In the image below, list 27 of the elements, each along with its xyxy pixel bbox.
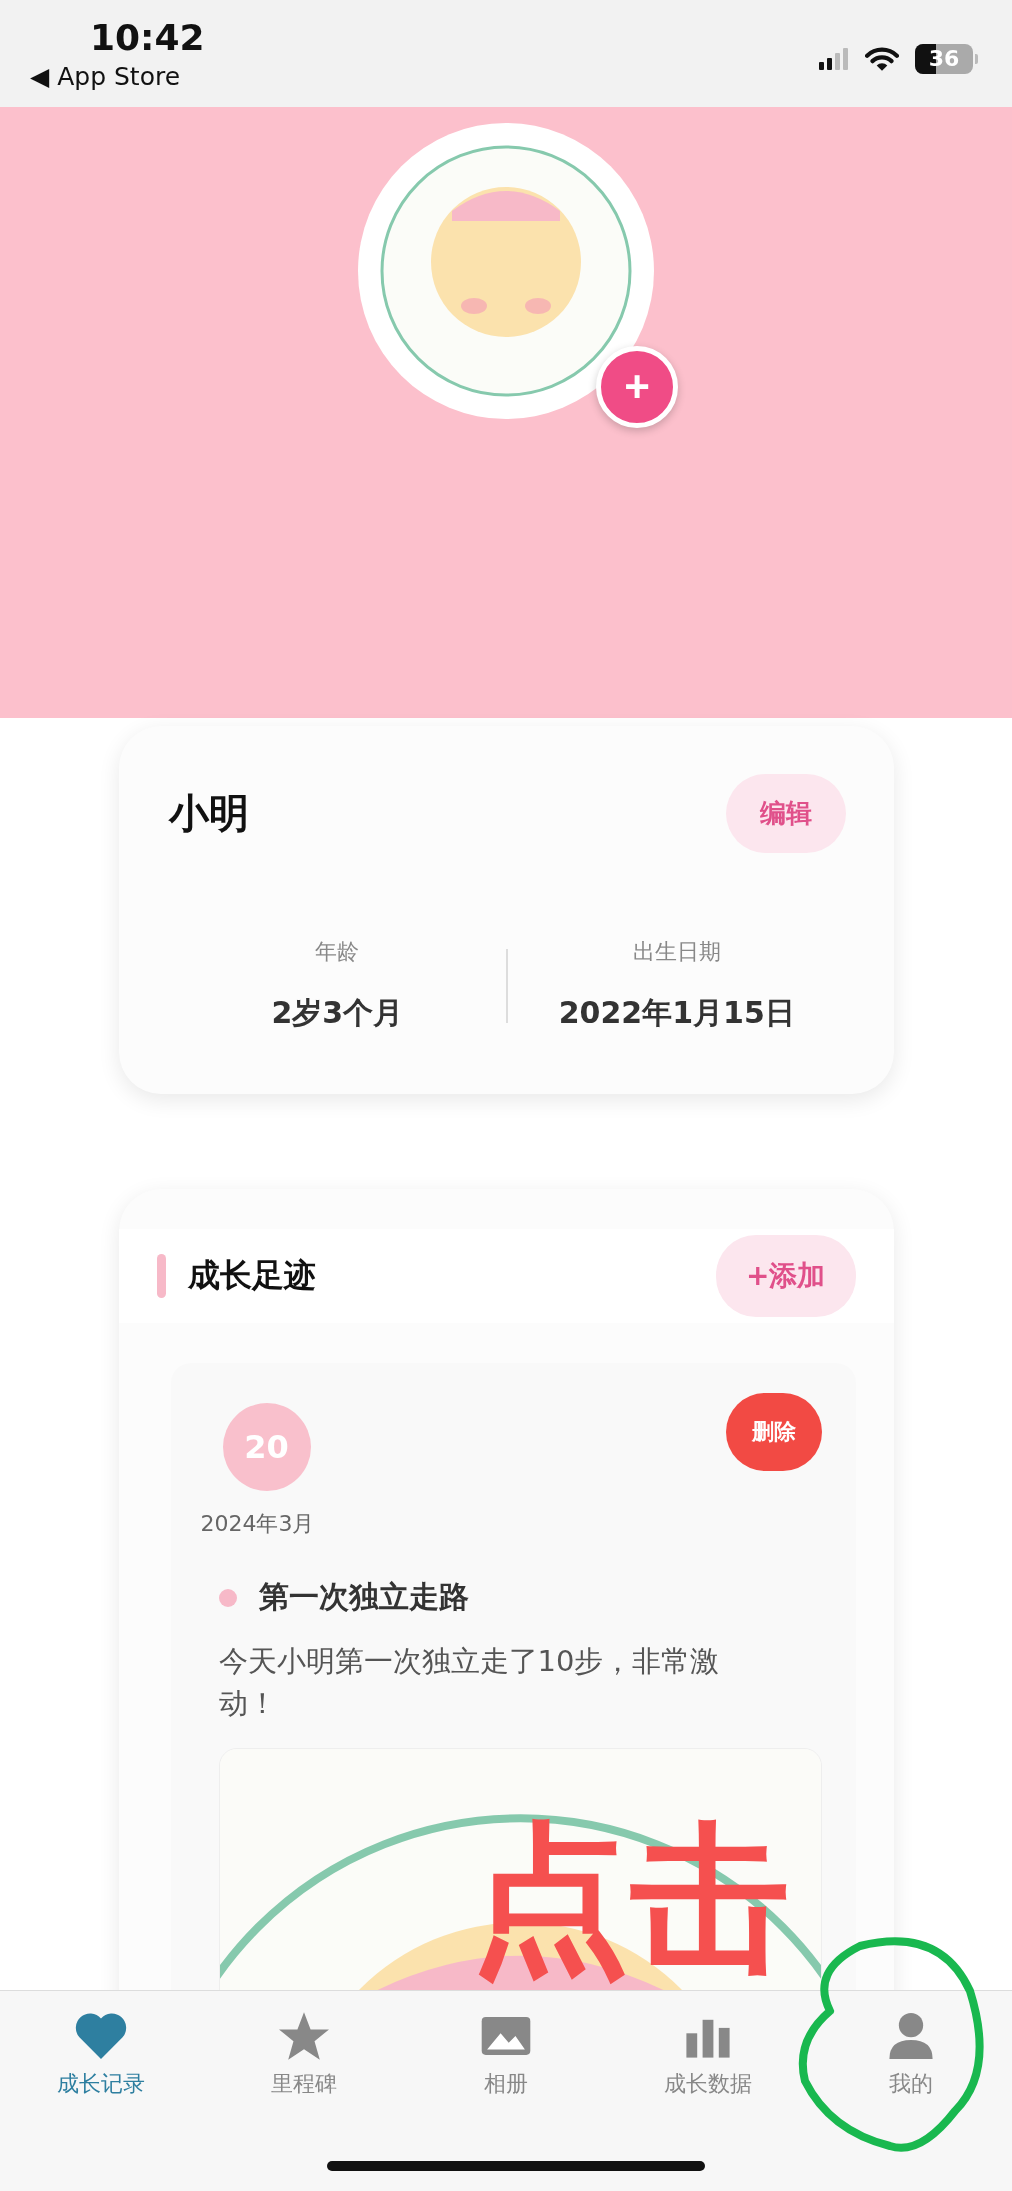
day-badge: 20 (222, 1403, 311, 1491)
heart-icon (74, 2011, 129, 2061)
bullet-icon (218, 1588, 237, 1607)
entry-description: 今天小明第一次独立走了10步，非常激动！ (218, 1643, 721, 1723)
stat-value: 2022年1月15日 (558, 994, 795, 1032)
tab-item[interactable]: 成长数据 (607, 2011, 810, 2099)
baby-name: 小明 (168, 789, 249, 838)
tab-item[interactable]: 里程碑 (202, 2011, 405, 2099)
tab-item[interactable]: 相册 (404, 2011, 608, 2099)
entry-date: 2024年3月 (200, 1510, 316, 1538)
stat-label: 出生日期 (632, 938, 721, 966)
wifi-icon (865, 45, 899, 72)
back-link[interactable]: ◀ App Store (30, 61, 181, 91)
signal-icon (819, 47, 849, 70)
delete-button[interactable]: 删除 (725, 1393, 822, 1471)
status-time: 10:42 (90, 16, 205, 58)
add-photo-button[interactable]: + (596, 346, 678, 428)
section-title: 成长足迹 (187, 1255, 317, 1296)
accent-bar (156, 1254, 166, 1298)
stat-value: 2岁3个月 (271, 994, 404, 1032)
edit-button[interactable]: 编辑 (725, 774, 846, 853)
entry-title: 第一次独立走路 (258, 1578, 469, 1616)
add-button[interactable]: +添加 (716, 1235, 856, 1317)
tab-item[interactable]: 成长记录 (0, 2011, 203, 2099)
tab-item[interactable]: 我的 (809, 2011, 1012, 2099)
star-icon (276, 2011, 331, 2061)
stat-label: 年龄 (315, 938, 360, 966)
